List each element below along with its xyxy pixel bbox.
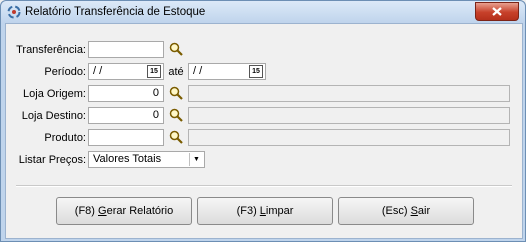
form-panel: Transferência: Período: / / 15 até / / 1…: [5, 23, 523, 239]
close-icon: [492, 7, 502, 16]
generate-report-button[interactable]: (F8) Gerar Relatório: [56, 197, 192, 225]
listar-precos-select[interactable]: Valores Totais ▼: [88, 151, 205, 168]
search-icon[interactable]: [169, 86, 183, 100]
transferencia-input[interactable]: [88, 41, 164, 58]
search-icon[interactable]: [169, 108, 183, 122]
window-title: Relatório Transferência de Estoque: [25, 6, 206, 18]
clear-label: impar: [265, 205, 294, 217]
periodo-to-value: / /: [193, 65, 203, 77]
produto-description: [188, 129, 510, 146]
loja-destino-input[interactable]: 0: [88, 107, 164, 124]
exit-button[interactable]: (Esc) Sair: [338, 197, 474, 225]
report-window: Relatório Transferência de Estoque Trans…: [0, 0, 526, 242]
loja-origem-input[interactable]: 0: [88, 85, 164, 102]
generate-report-label: erar Relatório: [106, 205, 174, 217]
divider: [16, 185, 512, 187]
generate-report-prefix: (F8): [74, 205, 99, 217]
exit-hotkey: S: [410, 205, 418, 217]
periodo-from-value: / /: [93, 65, 103, 77]
title-bar[interactable]: Relatório Transferência de Estoque: [1, 1, 525, 23]
generate-report-hotkey: G: [98, 205, 107, 217]
transferencia-label: Transferência:: [16, 44, 86, 56]
exit-prefix: (Esc): [381, 205, 411, 217]
loja-destino-label: Loja Destino:: [21, 110, 86, 122]
calendar-icon[interactable]: 15: [249, 65, 263, 78]
clear-prefix: (F3): [236, 205, 260, 217]
search-icon[interactable]: [169, 42, 183, 56]
clear-button[interactable]: (F3) Limpar: [197, 197, 333, 225]
loja-origem-label: Loja Origem:: [23, 88, 86, 100]
loja-destino-description: [188, 107, 510, 124]
periodo-label: Período:: [44, 66, 86, 78]
listar-precos-value: Valores Totais: [93, 153, 162, 165]
periodo-to-input[interactable]: / / 15: [188, 63, 266, 80]
chevron-down-icon[interactable]: ▼: [189, 153, 203, 166]
exit-label: air: [417, 205, 431, 217]
calendar-icon[interactable]: 15: [147, 65, 161, 78]
app-icon: [7, 5, 21, 19]
produto-input[interactable]: [88, 129, 164, 146]
periodo-from-input[interactable]: / / 15: [88, 63, 164, 80]
produto-label: Produto:: [44, 132, 86, 144]
close-button[interactable]: [475, 2, 519, 21]
loja-origem-description: [188, 85, 510, 102]
listar-precos-label: Listar Preços:: [18, 154, 86, 166]
periodo-ate-label: até: [168, 66, 184, 78]
search-icon[interactable]: [169, 130, 183, 144]
